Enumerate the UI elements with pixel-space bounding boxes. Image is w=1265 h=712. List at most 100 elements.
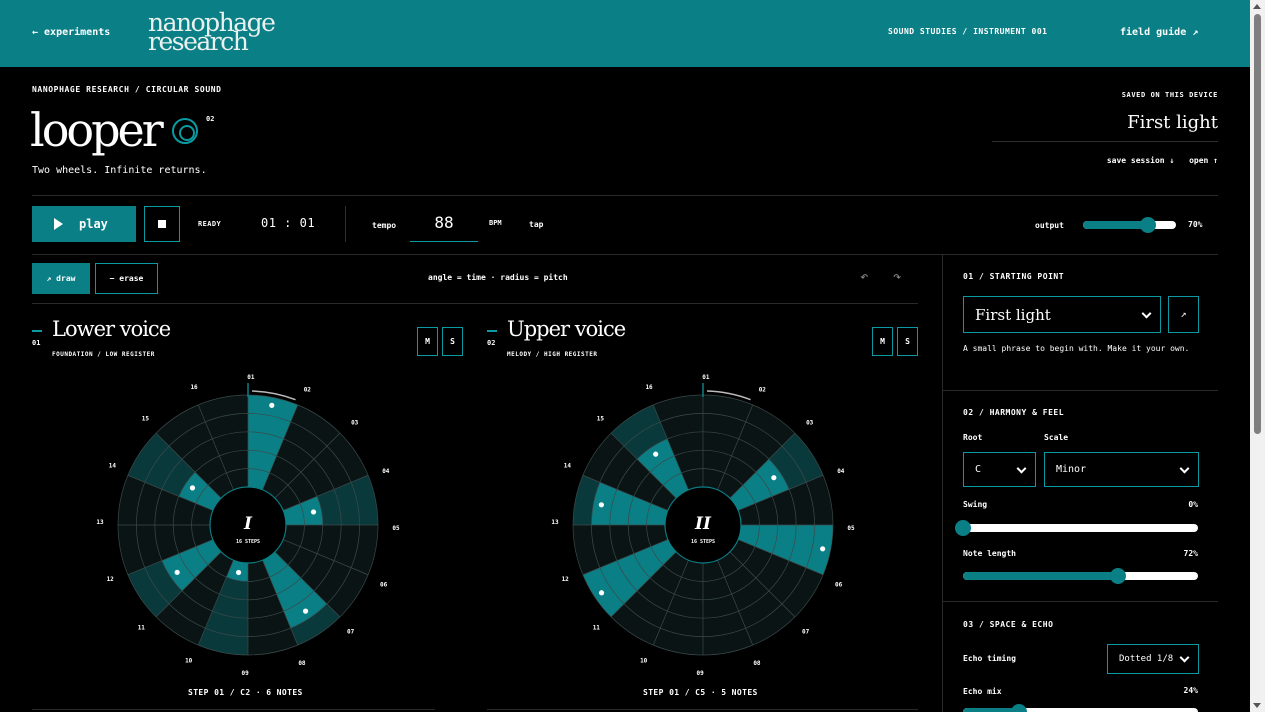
arrow-up-right-icon: ↗	[1180, 309, 1187, 320]
step-label: 12	[562, 576, 570, 583]
scroll-down-arrow-icon[interactable]	[1253, 703, 1261, 708]
voice-2-wheel[interactable]: II 16 STEPS 01 02 03 04 05 06 07 08 09 10 11 12 13 14 15…	[543, 372, 863, 682]
voice-2-mute-button[interactable]: M	[872, 327, 893, 356]
note-dot[interactable]	[598, 502, 604, 508]
tempo-label: tempo	[372, 221, 397, 230]
step-label: 02	[304, 386, 312, 393]
page-title: looper	[30, 103, 164, 157]
saved-status: SAVED ON THIS DEVICE	[1121, 91, 1218, 99]
redo-icon[interactable]: ↷	[893, 269, 901, 285]
note-dot[interactable]	[174, 569, 180, 575]
transport-divider-line	[32, 254, 1218, 255]
step-label: 06	[835, 581, 843, 588]
step-label: 01	[247, 374, 255, 381]
session-actions: save session ↓ open ↑	[1060, 156, 1218, 165]
section-space-echo-title: 03 / SPACE & ECHO	[963, 620, 1054, 629]
note-dot[interactable]	[189, 485, 196, 491]
stop-button[interactable]	[144, 206, 180, 242]
play-button[interactable]: play	[32, 206, 136, 242]
chevron-down-icon	[1179, 652, 1190, 663]
output-label: output	[1035, 221, 1064, 230]
section-divider-2	[943, 601, 1218, 602]
echo-mix-slider[interactable]	[963, 704, 1198, 712]
step-label: 14	[564, 463, 572, 470]
echo-mix-value: 24%	[1183, 686, 1198, 695]
step-label: 11	[138, 625, 146, 632]
top-breadcrumb: SOUND STUDIES / INSTRUMENT 001	[888, 27, 1048, 36]
step-label: 08	[298, 660, 306, 667]
voice-1-mute-button[interactable]: M	[417, 327, 438, 356]
scrollbar-thumb[interactable]	[1254, 14, 1261, 434]
transport-status: READY	[198, 220, 222, 228]
scale-label: Scale	[1044, 433, 1069, 442]
step-label: 15	[597, 415, 605, 422]
logo[interactable]: nanophage research	[148, 10, 276, 54]
draw-tool-button[interactable]: ↗ draw	[32, 263, 90, 294]
voice-1-footer-line	[32, 709, 435, 710]
open-preset-button[interactable]: ↗	[1168, 296, 1199, 333]
output-volume-slider[interactable]	[1083, 217, 1176, 233]
output-slider-knob[interactable]	[1140, 217, 1157, 233]
voice-2-marker	[487, 330, 497, 332]
page-eyebrow: NANOPHAGE RESEARCH / CIRCULAR SOUND	[32, 85, 222, 94]
note-dot[interactable]	[269, 402, 275, 408]
swing-slider-knob[interactable]	[955, 520, 971, 536]
session-name[interactable]: First light	[992, 112, 1218, 142]
save-session-link[interactable]: save session ↓	[1107, 156, 1174, 165]
chevron-down-icon	[1141, 308, 1152, 319]
note-dot[interactable]	[310, 509, 317, 515]
tempo-input[interactable]: 88	[410, 208, 478, 242]
voice-1-marker	[32, 330, 42, 332]
voice-2-status: STEP 01 / C5 · 5 NOTES	[643, 688, 758, 697]
header-divider	[32, 195, 1218, 196]
echo-mix-label: Echo mix	[963, 687, 1002, 696]
tap-tempo-button[interactable]: tap	[529, 220, 543, 229]
scale-select[interactable]: Minor	[1044, 452, 1199, 487]
note-dot[interactable]	[235, 569, 242, 576]
step-label: 04	[382, 468, 390, 475]
preset-select[interactable]: First light	[963, 296, 1161, 333]
voice-2-title: Upper voice	[507, 317, 626, 341]
back-to-experiments-link[interactable]: ← experiments	[32, 27, 110, 38]
scroll-up-arrow-icon[interactable]	[1253, 4, 1261, 9]
swing-value: 0%	[1188, 500, 1198, 509]
voice-2-number: 02	[487, 339, 496, 347]
note-dot[interactable]	[820, 546, 826, 552]
step-label: 05	[847, 525, 855, 532]
step-label: 12	[107, 576, 115, 583]
note-length-slider-knob[interactable]	[1110, 568, 1127, 584]
output-slider-fill	[1083, 221, 1149, 229]
voice-1-number: 01	[32, 339, 41, 347]
note-dot[interactable]	[302, 608, 309, 614]
echo-mix-slider-knob[interactable]	[1011, 704, 1028, 712]
note-dot[interactable]	[598, 590, 605, 596]
voice-1-solo-button[interactable]: S	[442, 327, 463, 356]
voice-1-wheel[interactable]: I 16 STEPS 01 02 03 04 05 06 07 08 09 10 11 12 13 14 15 1…	[88, 372, 408, 682]
swing-slider[interactable]	[955, 520, 1198, 536]
open-session-link[interactable]: open ↑	[1189, 156, 1218, 165]
stop-icon	[158, 220, 166, 228]
note-length-label: Note length	[963, 549, 1016, 558]
section-harmony-title: 02 / HARMONY & FEEL	[963, 408, 1065, 417]
echo-timing-select[interactable]: Dotted 1/8	[1107, 644, 1199, 674]
note-dot[interactable]	[771, 475, 777, 481]
step-label: 10	[640, 658, 648, 665]
field-guide-link[interactable]: field guide ↗	[1120, 27, 1198, 38]
note-length-slider[interactable]	[963, 568, 1198, 584]
step-label: 01	[702, 374, 710, 381]
root-select[interactable]: C	[963, 452, 1036, 487]
step-label: 09	[241, 670, 249, 677]
voice-2-solo-button[interactable]: S	[897, 327, 918, 356]
settings-panel-border	[942, 254, 943, 712]
tool-row-divider	[32, 303, 918, 304]
erase-tool-button[interactable]: − erase	[95, 263, 158, 294]
scrollbar[interactable]	[1250, 0, 1265, 712]
step-label: 03	[806, 419, 814, 426]
step-label: 13	[551, 519, 559, 526]
note-dot[interactable]	[653, 451, 659, 457]
undo-icon[interactable]: ↶	[860, 269, 868, 285]
step-label: 09	[696, 670, 704, 677]
step-label: 08	[753, 660, 761, 667]
section-starting-point-title: 01 / STARTING POINT	[963, 272, 1065, 281]
root-label: Root	[963, 433, 983, 442]
